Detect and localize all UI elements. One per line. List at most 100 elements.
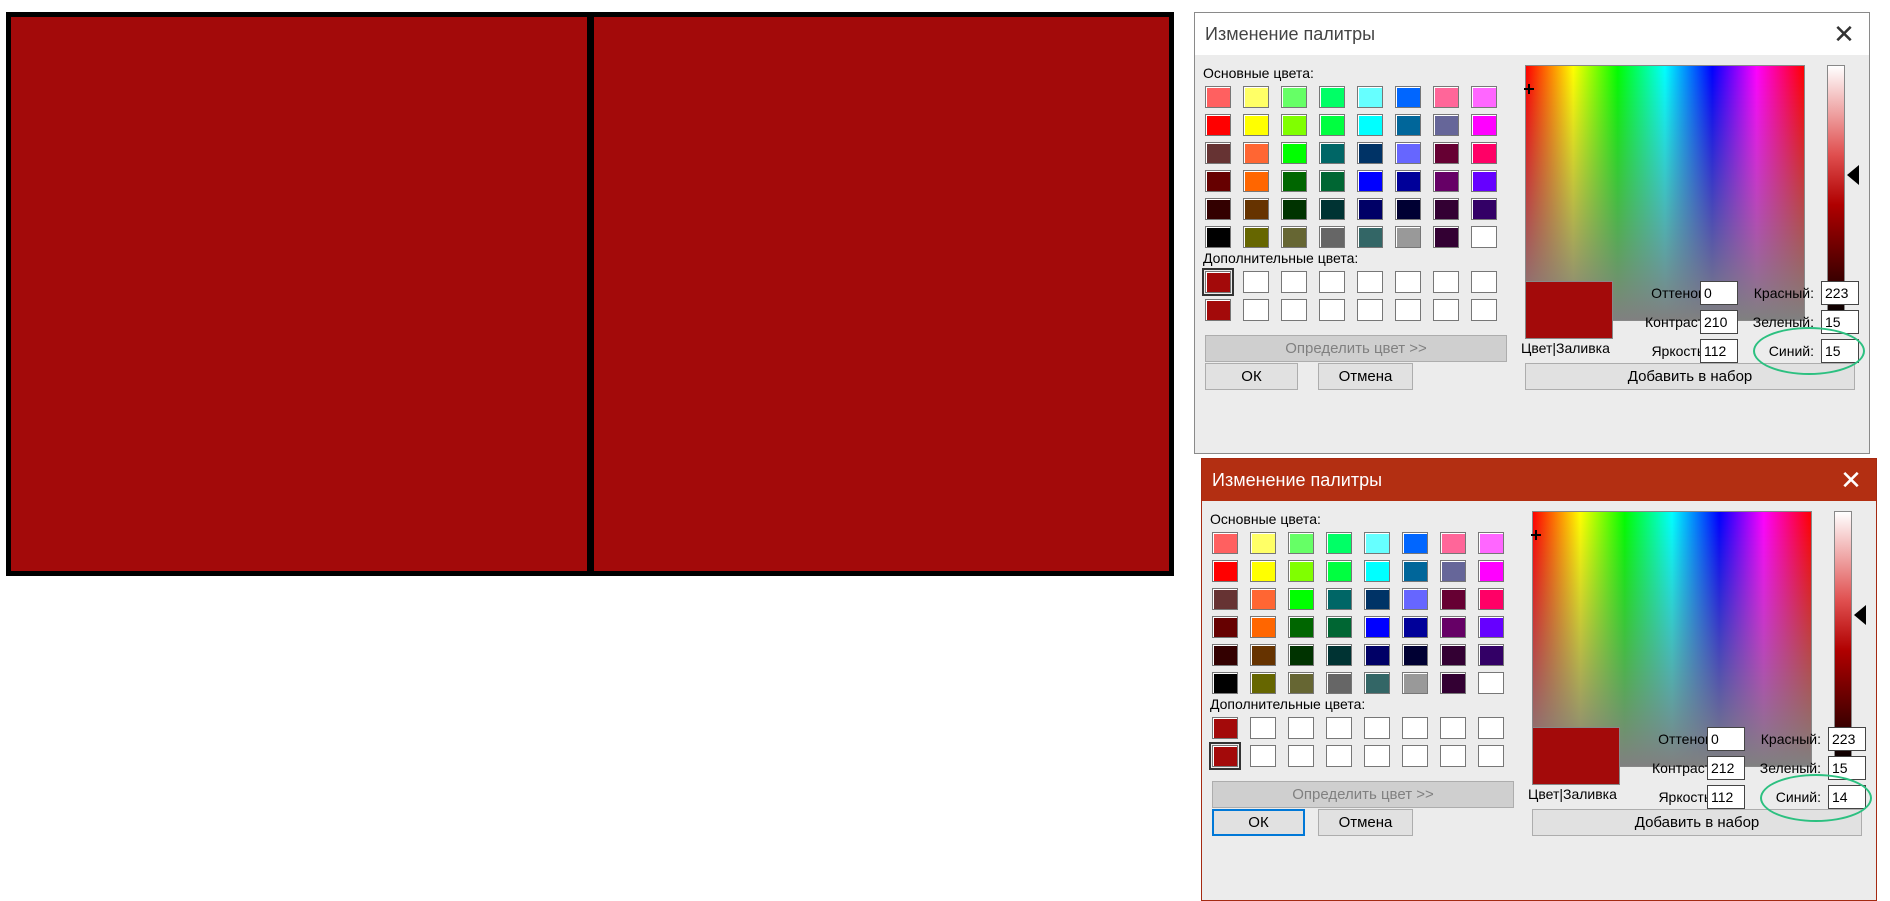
basic-color-swatch[interactable]	[1212, 616, 1238, 638]
luminance-field[interactable]: 112	[1700, 339, 1738, 363]
red-field[interactable]: 223	[1821, 281, 1859, 305]
basic-color-swatch[interactable]	[1478, 672, 1504, 694]
basic-color-swatch[interactable]	[1281, 114, 1307, 136]
custom-color-swatch[interactable]	[1212, 717, 1238, 739]
ok-button[interactable]: ОК	[1212, 809, 1305, 836]
basic-color-swatch[interactable]	[1212, 672, 1238, 694]
basic-color-swatch[interactable]	[1319, 114, 1345, 136]
basic-color-swatch[interactable]	[1243, 86, 1269, 108]
basic-color-swatch[interactable]	[1471, 114, 1497, 136]
basic-color-swatch[interactable]	[1281, 86, 1307, 108]
basic-color-swatch[interactable]	[1357, 170, 1383, 192]
basic-color-swatch[interactable]	[1402, 616, 1428, 638]
luminance-field[interactable]: 112	[1707, 785, 1745, 809]
basic-color-swatch[interactable]	[1471, 170, 1497, 192]
custom-color-swatch[interactable]	[1395, 271, 1421, 293]
basic-color-swatch[interactable]	[1478, 532, 1504, 554]
custom-color-swatch[interactable]	[1402, 745, 1428, 767]
basic-color-swatch[interactable]	[1433, 142, 1459, 164]
custom-color-swatch[interactable]	[1433, 271, 1459, 293]
basic-color-swatch[interactable]	[1212, 560, 1238, 582]
custom-color-swatch[interactable]	[1243, 299, 1269, 321]
basic-color-swatch[interactable]	[1326, 672, 1352, 694]
custom-color-swatch[interactable]	[1357, 299, 1383, 321]
basic-color-swatch[interactable]	[1478, 616, 1504, 638]
basic-color-swatch[interactable]	[1281, 226, 1307, 248]
crosshair-icon[interactable]	[1524, 84, 1534, 94]
basic-color-swatch[interactable]	[1205, 198, 1231, 220]
custom-color-swatch[interactable]	[1250, 717, 1276, 739]
custom-color-swatch[interactable]	[1478, 717, 1504, 739]
basic-color-swatch[interactable]	[1364, 616, 1390, 638]
basic-color-swatch[interactable]	[1357, 86, 1383, 108]
basic-color-swatch[interactable]	[1212, 532, 1238, 554]
basic-color-swatch[interactable]	[1357, 198, 1383, 220]
basic-color-swatch[interactable]	[1205, 170, 1231, 192]
custom-color-swatch[interactable]	[1326, 745, 1352, 767]
basic-color-swatch[interactable]	[1205, 142, 1231, 164]
basic-color-swatch[interactable]	[1433, 86, 1459, 108]
custom-color-swatch[interactable]	[1440, 745, 1466, 767]
basic-color-swatch[interactable]	[1326, 560, 1352, 582]
red-field[interactable]: 223	[1828, 727, 1866, 751]
basic-color-swatch[interactable]	[1288, 616, 1314, 638]
custom-color-swatch[interactable]	[1250, 745, 1276, 767]
custom-color-swatch[interactable]	[1402, 717, 1428, 739]
cancel-button[interactable]: Отмена	[1318, 363, 1413, 390]
basic-color-swatch[interactable]	[1288, 672, 1314, 694]
basic-color-swatch[interactable]	[1243, 114, 1269, 136]
custom-color-swatch[interactable]	[1209, 742, 1241, 770]
saturation-field[interactable]: 210	[1700, 310, 1738, 334]
hue-field[interactable]: 0	[1707, 727, 1745, 751]
basic-color-swatch[interactable]	[1471, 226, 1497, 248]
basic-color-swatch[interactable]	[1364, 560, 1390, 582]
basic-color-swatch[interactable]	[1402, 644, 1428, 666]
basic-color-swatch[interactable]	[1288, 532, 1314, 554]
basic-color-swatch[interactable]	[1288, 588, 1314, 610]
custom-color-swatch[interactable]	[1319, 271, 1345, 293]
basic-color-swatch[interactable]	[1281, 142, 1307, 164]
basic-color-swatch[interactable]	[1205, 86, 1231, 108]
basic-color-swatch[interactable]	[1357, 226, 1383, 248]
basic-color-swatch[interactable]	[1205, 114, 1231, 136]
basic-color-swatch[interactable]	[1471, 198, 1497, 220]
basic-color-swatch[interactable]	[1250, 588, 1276, 610]
basic-color-swatch[interactable]	[1395, 226, 1421, 248]
close-icon[interactable]: ✕	[1829, 19, 1859, 49]
custom-color-swatch[interactable]	[1357, 271, 1383, 293]
basic-color-swatch[interactable]	[1326, 532, 1352, 554]
basic-color-swatch[interactable]	[1395, 170, 1421, 192]
custom-color-swatch[interactable]	[1364, 745, 1390, 767]
basic-color-swatch[interactable]	[1433, 198, 1459, 220]
basic-color-swatch[interactable]	[1250, 644, 1276, 666]
basic-color-swatch[interactable]	[1250, 532, 1276, 554]
custom-color-swatch[interactable]	[1440, 717, 1466, 739]
basic-color-swatch[interactable]	[1471, 86, 1497, 108]
close-icon[interactable]: ✕	[1836, 465, 1866, 495]
basic-color-swatch[interactable]	[1395, 198, 1421, 220]
basic-color-swatch[interactable]	[1212, 644, 1238, 666]
custom-color-swatch[interactable]	[1288, 745, 1314, 767]
custom-color-swatch[interactable]	[1471, 271, 1497, 293]
basic-color-swatch[interactable]	[1364, 588, 1390, 610]
basic-color-swatch[interactable]	[1357, 142, 1383, 164]
basic-color-swatch[interactable]	[1364, 532, 1390, 554]
basic-color-swatch[interactable]	[1250, 560, 1276, 582]
basic-color-swatch[interactable]	[1478, 560, 1504, 582]
basic-color-swatch[interactable]	[1433, 226, 1459, 248]
basic-color-swatch[interactable]	[1357, 114, 1383, 136]
custom-color-swatch[interactable]	[1243, 271, 1269, 293]
custom-color-swatch[interactable]	[1326, 717, 1352, 739]
basic-color-swatch[interactable]	[1433, 170, 1459, 192]
basic-color-swatch[interactable]	[1326, 588, 1352, 610]
basic-color-swatch[interactable]	[1212, 588, 1238, 610]
basic-color-swatch[interactable]	[1395, 86, 1421, 108]
define-color-button[interactable]: Определить цвет >>	[1205, 335, 1507, 362]
basic-color-swatch[interactable]	[1243, 170, 1269, 192]
basic-color-swatch[interactable]	[1395, 142, 1421, 164]
luminance-arrow-icon[interactable]	[1847, 165, 1859, 185]
basic-color-swatch[interactable]	[1243, 198, 1269, 220]
basic-color-swatch[interactable]	[1440, 616, 1466, 638]
basic-color-swatch[interactable]	[1402, 672, 1428, 694]
saturation-field[interactable]: 212	[1707, 756, 1745, 780]
